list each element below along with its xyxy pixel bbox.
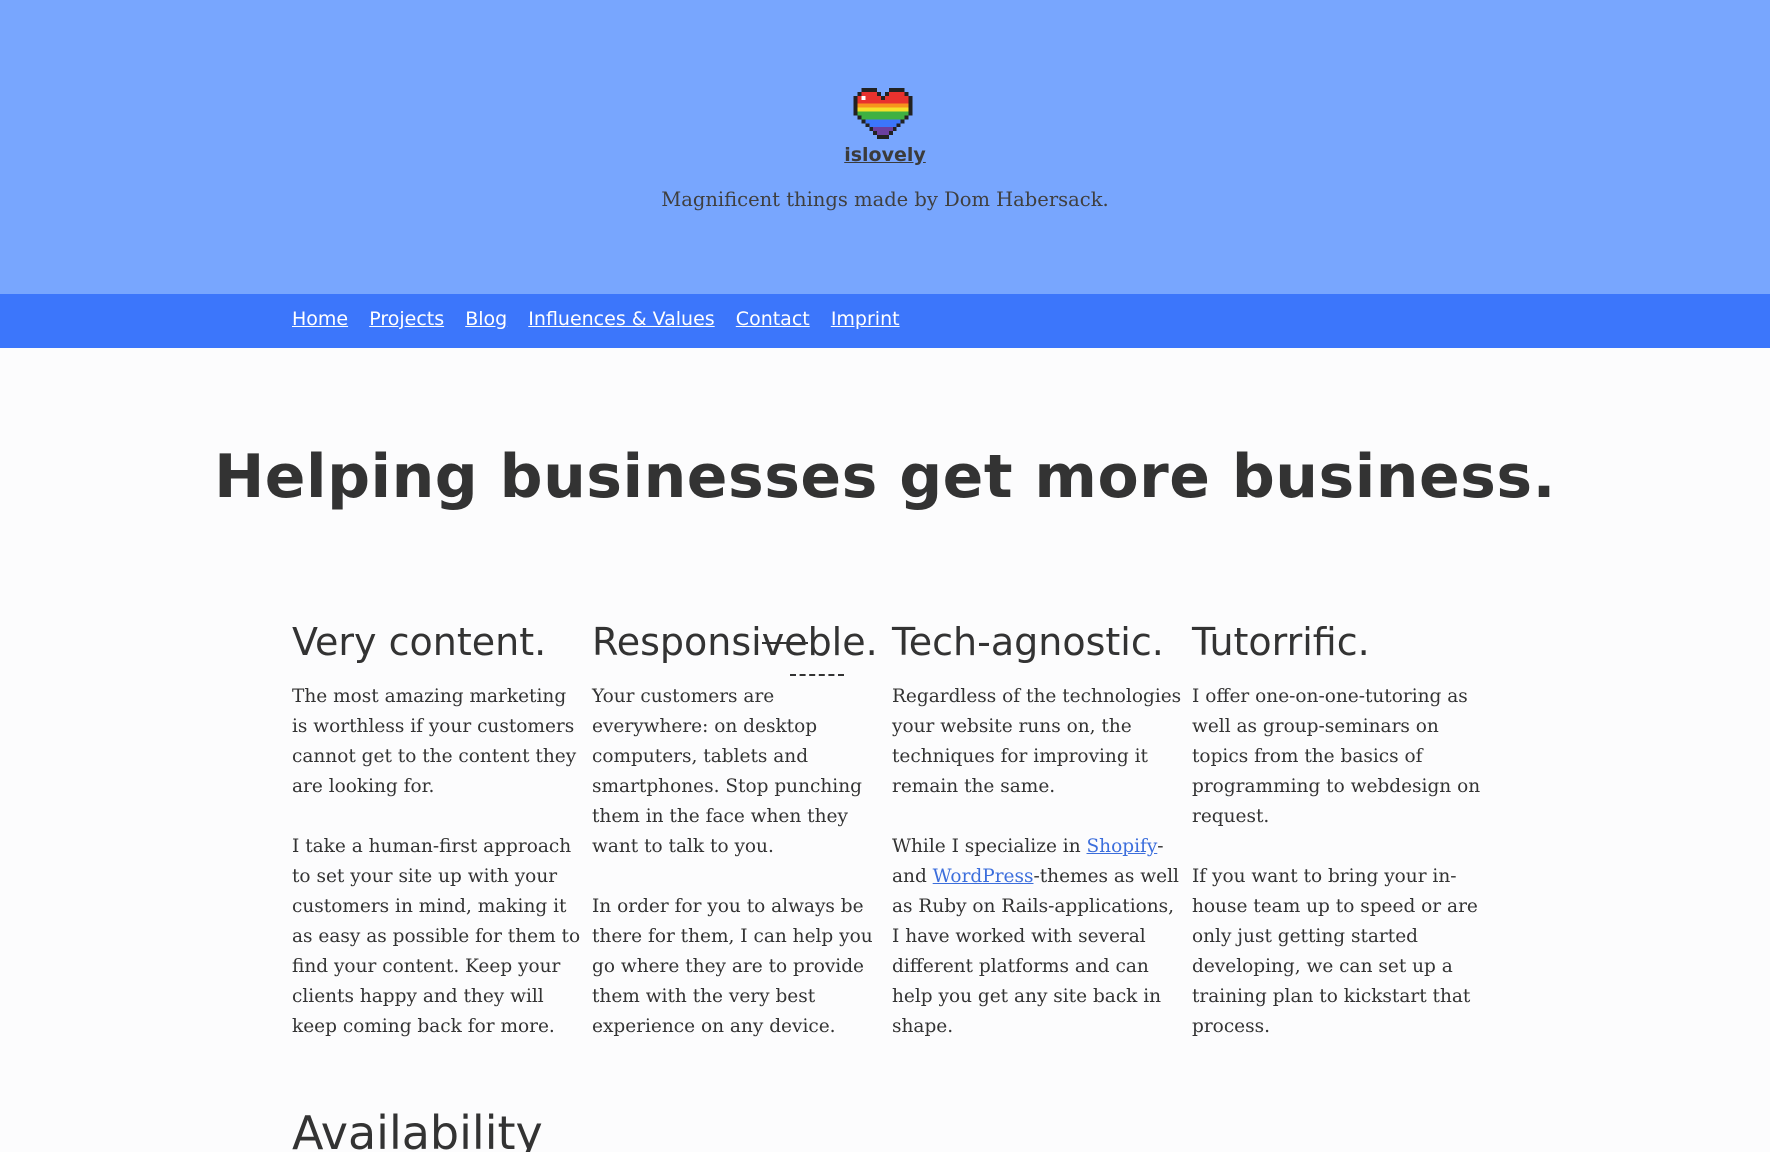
feature-paragraph: I take a human-first approach to set you… bbox=[292, 836, 581, 1037]
feature-title-suffix: ble. bbox=[807, 620, 878, 664]
feature-title: Responsiveble. bbox=[592, 620, 882, 676]
nav-link-imprint[interactable]: Imprint bbox=[831, 308, 900, 330]
feature-paragraph: In order for you to always be there for … bbox=[592, 896, 873, 1037]
dashed-underline bbox=[790, 674, 844, 676]
nav-link-home[interactable]: Home bbox=[292, 308, 348, 330]
nav-list: Home Projects Blog Influences & Values C… bbox=[292, 308, 916, 330]
paragraph-text: -themes as well as Ruby on Rails-applica… bbox=[892, 866, 1179, 1037]
nav-link-projects[interactable]: Projects bbox=[369, 308, 444, 330]
main-nav: Home Projects Blog Influences & Values C… bbox=[0, 294, 1770, 348]
feature-title-prefix: Responsi bbox=[592, 620, 762, 664]
feature-title: Very content. bbox=[292, 620, 547, 664]
nav-item-projects: Projects bbox=[369, 308, 444, 330]
feature-column-tech-agnostic: Tech-agnostic. Regardless of the technol… bbox=[892, 620, 1182, 1042]
page-headline: Helping businesses get more business. bbox=[214, 442, 1556, 512]
feature-paragraph: I offer one-on-one-tutoring as well as g… bbox=[1192, 686, 1481, 827]
nav-item-influences: Influences & Values bbox=[528, 308, 714, 330]
paragraph-text: While I specialize in bbox=[892, 836, 1087, 857]
feature-paragraph: Regardless of the technologies your webs… bbox=[892, 686, 1182, 797]
feature-title: Tutorrific. bbox=[1192, 620, 1370, 664]
site-name: islovely bbox=[0, 144, 1770, 166]
nav-link-influences-values[interactable]: Influences & Values bbox=[528, 308, 714, 330]
feature-paragraph: The most amazing marketing is worthless … bbox=[292, 686, 577, 797]
feature-column-content: Very content. The most amazing marketing… bbox=[292, 620, 582, 1042]
site-header: islovely Magnificent things made by Dom … bbox=[0, 0, 1770, 294]
feature-column-tutoring: Tutorrific. I offer one-on-one-tutoring … bbox=[1192, 620, 1482, 1042]
wordpress-link[interactable]: WordPress bbox=[933, 866, 1034, 887]
nav-link-blog[interactable]: Blog bbox=[465, 308, 507, 330]
site-name-link[interactable]: islovely bbox=[844, 144, 926, 166]
availability-heading: Availability bbox=[292, 1106, 543, 1152]
feature-paragraph: If you want to bring your in-house team … bbox=[1192, 866, 1478, 1037]
feature-column-responsive: Responsiveble. Your customers are everyw… bbox=[592, 620, 882, 1042]
nav-item-imprint: Imprint bbox=[831, 308, 900, 330]
shopify-link[interactable]: Shopify bbox=[1087, 836, 1158, 857]
feature-paragraph: Your customers are everywhere: on deskto… bbox=[592, 686, 862, 857]
rainbow-pixel-heart-icon[interactable] bbox=[853, 88, 913, 139]
nav-item-blog: Blog bbox=[465, 308, 507, 330]
feature-title: Tech-agnostic. bbox=[892, 620, 1164, 664]
struck-text: ve bbox=[761, 620, 808, 664]
feature-paragraph: While I specialize in Shopify-and WordPr… bbox=[892, 832, 1182, 1042]
nav-link-contact[interactable]: Contact bbox=[736, 308, 810, 330]
nav-item-home: Home bbox=[292, 308, 348, 330]
tagline: Magnificent things made by Dom Habersack… bbox=[661, 188, 1109, 211]
nav-item-contact: Contact bbox=[736, 308, 810, 330]
